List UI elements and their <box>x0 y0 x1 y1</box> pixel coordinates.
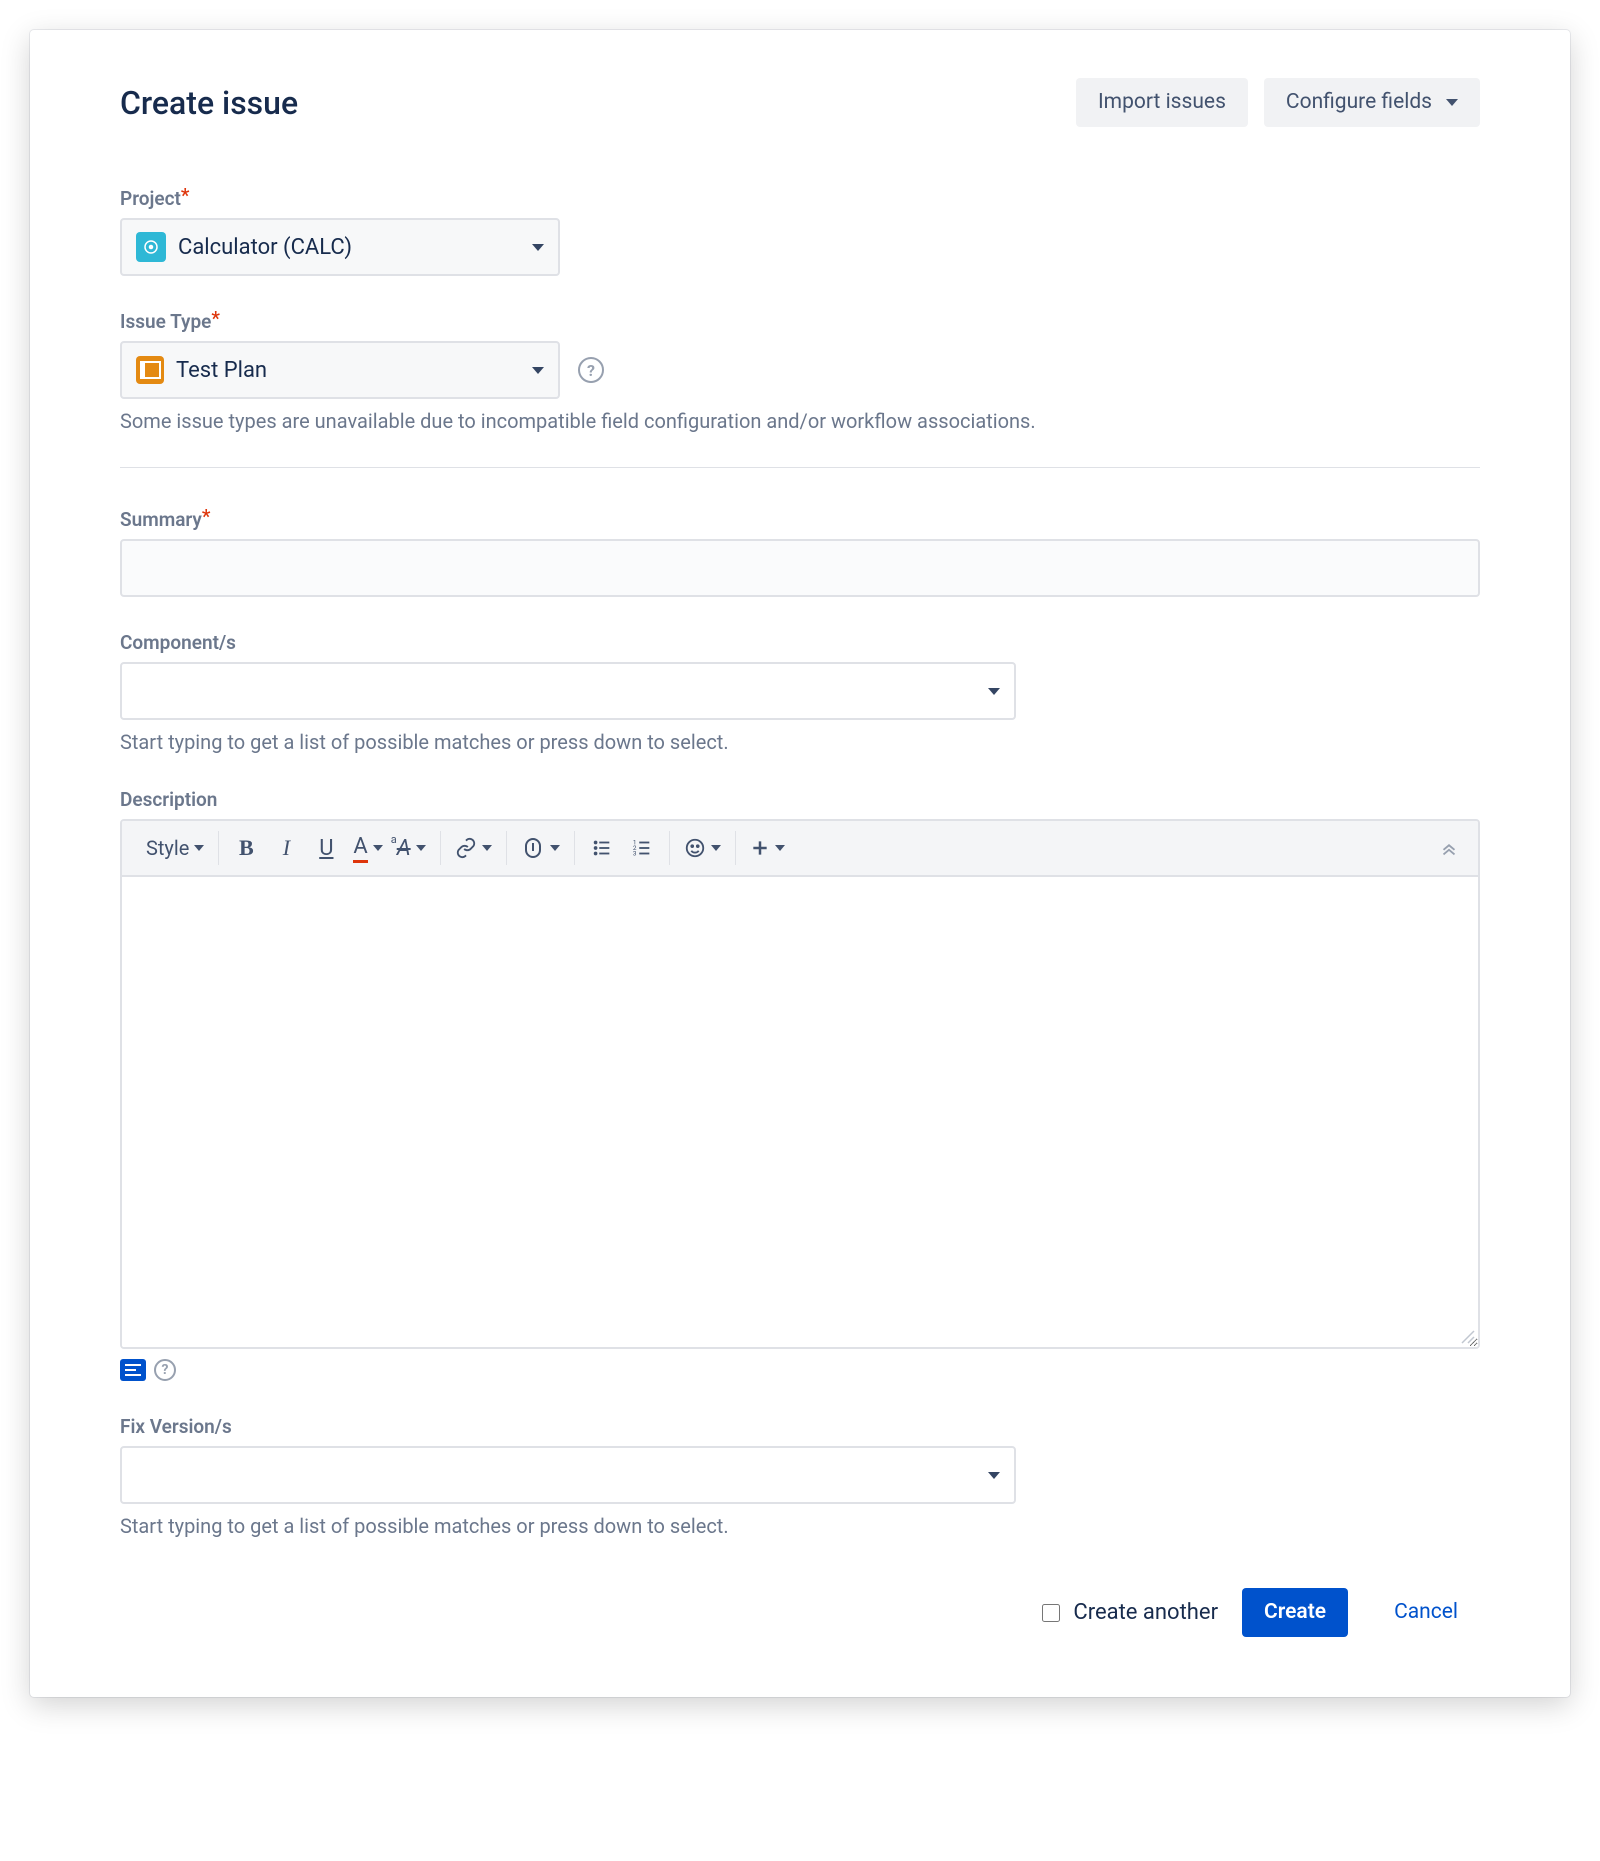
project-field-group: Project* Calculator (CALC) <box>120 187 1480 276</box>
chevron-down-icon <box>482 845 492 851</box>
required-marker: * <box>202 505 211 528</box>
section-divider <box>120 467 1480 468</box>
required-marker: * <box>211 307 220 330</box>
project-avatar-icon <box>136 232 166 262</box>
chevron-down-icon <box>416 845 426 851</box>
components-field-group: Component/s Start typing to get a list o… <box>120 631 1480 754</box>
link-button[interactable] <box>449 829 498 867</box>
chevron-down-icon <box>550 845 560 851</box>
test-plan-icon <box>136 356 164 384</box>
create-another-label: Create another <box>1073 1600 1218 1625</box>
summary-field-group: Summary* <box>120 508 1480 597</box>
summary-input[interactable] <box>120 539 1480 597</box>
clear-formatting-button[interactable]: aA <box>391 829 432 867</box>
style-dropdown-button[interactable]: Style <box>140 829 210 867</box>
insert-more-button[interactable] <box>744 829 791 867</box>
chevron-down-icon <box>532 244 544 251</box>
svg-text:3: 3 <box>632 849 636 857</box>
issue-type-value: Test Plan <box>176 358 267 383</box>
create-button[interactable]: Create <box>1242 1588 1348 1637</box>
chevron-down-icon <box>373 845 383 851</box>
fix-versions-select[interactable] <box>120 1446 1016 1504</box>
create-another-row[interactable]: Create another <box>1038 1600 1218 1625</box>
components-select[interactable] <box>120 662 1016 720</box>
project-label: Project* <box>120 187 1480 210</box>
project-value: Calculator (CALC) <box>178 235 352 260</box>
issue-type-note: Some issue types are unavailable due to … <box>120 409 1480 433</box>
dialog-footer: Create another Create Cancel <box>120 1588 1480 1637</box>
required-marker: * <box>181 184 190 207</box>
chevron-down-icon <box>775 845 785 851</box>
italic-button[interactable]: I <box>267 829 305 867</box>
cancel-button[interactable]: Cancel <box>1372 1588 1480 1637</box>
numbered-list-button[interactable]: 123 <box>623 829 661 867</box>
chevron-down-icon <box>988 688 1000 695</box>
create-another-checkbox[interactable] <box>1042 1604 1060 1622</box>
chevron-down-icon <box>194 845 204 851</box>
configure-fields-button[interactable]: Configure fields <box>1264 78 1480 127</box>
issue-type-label: Issue Type* <box>120 310 1480 333</box>
editor-toolbar: Style B I U A aA <box>122 821 1478 877</box>
components-hint: Start typing to get a list of possible m… <box>120 730 1480 754</box>
fix-versions-label: Fix Version/s <box>120 1415 1480 1438</box>
resize-handle-icon[interactable] <box>1460 1329 1476 1345</box>
chevron-down-icon <box>532 367 544 374</box>
help-icon[interactable]: ? <box>154 1359 176 1381</box>
bold-button[interactable]: B <box>227 829 265 867</box>
rich-text-editor: Style B I U A aA <box>120 819 1480 1349</box>
underline-button[interactable]: U <box>307 829 345 867</box>
issue-type-select[interactable]: Test Plan <box>120 341 560 399</box>
header-actions: Import issues Configure fields <box>1076 78 1480 127</box>
bullet-list-button[interactable] <box>583 829 621 867</box>
description-label: Description <box>120 788 1480 811</box>
attachment-button[interactable] <box>515 829 566 867</box>
components-label: Component/s <box>120 631 1480 654</box>
issue-type-field-group: Issue Type* Test Plan ? Some issue types… <box>120 310 1480 433</box>
description-textarea[interactable] <box>122 877 1478 1347</box>
visual-mode-icon[interactable] <box>120 1359 146 1381</box>
editor-mode-row: ? <box>120 1359 1480 1381</box>
fix-versions-hint: Start typing to get a list of possible m… <box>120 1514 1480 1538</box>
summary-label: Summary* <box>120 508 1480 531</box>
help-icon[interactable]: ? <box>578 357 604 383</box>
collapse-toolbar-button[interactable] <box>1430 829 1468 867</box>
emoji-button[interactable] <box>678 829 727 867</box>
description-field-group: Description Style B I U A aA <box>120 788 1480 1381</box>
dialog-header: Create issue Import issues Configure fie… <box>120 78 1480 127</box>
import-issues-button[interactable]: Import issues <box>1076 78 1248 127</box>
project-select[interactable]: Calculator (CALC) <box>120 218 560 276</box>
fix-versions-field-group: Fix Version/s Start typing to get a list… <box>120 1415 1480 1538</box>
text-color-button[interactable]: A <box>347 829 388 867</box>
create-issue-dialog: Create issue Import issues Configure fie… <box>30 30 1570 1697</box>
chevron-down-icon <box>711 845 721 851</box>
chevron-down-icon <box>988 1472 1000 1479</box>
dialog-title: Create issue <box>120 84 298 122</box>
